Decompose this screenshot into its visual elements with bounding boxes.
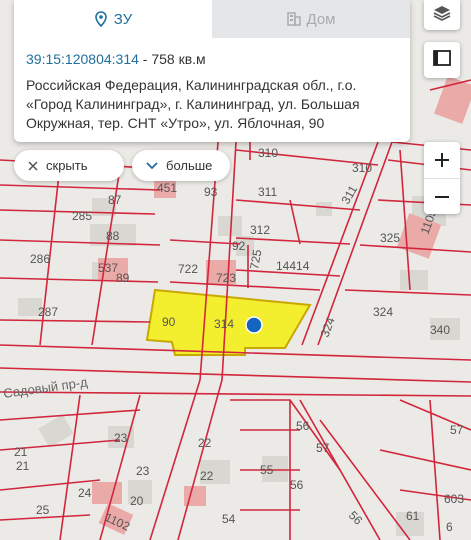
building-icon bbox=[286, 12, 301, 26]
frame-icon bbox=[433, 49, 451, 72]
parcel-area: 758 кв.м bbox=[151, 51, 206, 67]
zoom-out-button[interactable] bbox=[424, 178, 460, 214]
parcel-number-label: 340 bbox=[430, 323, 450, 337]
parcel-number-label: 310 bbox=[258, 146, 278, 160]
parcel-number-label: 22 bbox=[200, 469, 214, 483]
parcel-number-label: 537 bbox=[98, 261, 118, 275]
chevron-down-icon bbox=[146, 161, 158, 170]
parcel-number-label: 21 bbox=[16, 459, 30, 473]
zoom-controls bbox=[424, 142, 460, 214]
minus-icon bbox=[434, 189, 450, 205]
parcel-number-label: 324 bbox=[373, 305, 393, 319]
parcel-number-label: 14414 bbox=[276, 259, 310, 273]
tab-land-plot[interactable]: ЗУ bbox=[14, 0, 212, 38]
parcel-number-label: 314 bbox=[214, 317, 234, 331]
parcel-number-label: 325 bbox=[380, 231, 400, 245]
hide-button-label: скрыть bbox=[46, 158, 88, 173]
card-tabs: ЗУ Дом bbox=[14, 0, 410, 38]
parcel-number-label: 21 bbox=[14, 445, 28, 459]
hide-button[interactable]: скрыть bbox=[14, 150, 124, 181]
parcel-number-label: 54 bbox=[222, 512, 236, 526]
plus-icon bbox=[434, 152, 450, 168]
parcel-number-label: 90 bbox=[162, 315, 176, 329]
zoom-in-button[interactable] bbox=[424, 142, 460, 178]
parcel-number-label: 22 bbox=[198, 436, 212, 450]
parcel-number-label: 603 bbox=[444, 492, 464, 506]
parcel-number-label: 61 bbox=[406, 509, 420, 523]
close-icon bbox=[28, 160, 38, 171]
location-pin-icon bbox=[94, 11, 108, 27]
parcel-number-label: 56 bbox=[290, 478, 304, 492]
parcel-number-label: 310 bbox=[352, 161, 372, 175]
parcel-number-label: 722 bbox=[178, 262, 198, 276]
tab-house-label: Дом bbox=[306, 10, 336, 28]
parcel-info-card: ЗУ Дом 39:15:120804:314 - 758 кв.м Росси… bbox=[14, 0, 410, 142]
parcel-number-label: 723 bbox=[216, 271, 236, 285]
parcel-number-label: 87 bbox=[108, 193, 122, 207]
cadastral-line: 39:15:120804:314 - 758 кв.м bbox=[26, 50, 400, 68]
parcel-number-label: 25 bbox=[36, 503, 50, 517]
parcel-address: Российская Федерация, Калининградская об… bbox=[26, 77, 360, 131]
cadastral-separator: - bbox=[138, 51, 152, 67]
parcel-number-label: 23 bbox=[136, 464, 150, 478]
parcel-number-label: 451 bbox=[157, 181, 177, 195]
parcel-number-label: 57 bbox=[450, 423, 464, 437]
more-button-label: больше bbox=[166, 158, 213, 173]
location-marker[interactable] bbox=[245, 316, 263, 334]
layers-icon bbox=[433, 4, 451, 27]
parcel-number-label: 93 bbox=[204, 185, 218, 199]
parcel-number-label: 92 bbox=[232, 239, 246, 253]
frame-button[interactable] bbox=[424, 42, 460, 78]
parcel-number-label: 24 bbox=[78, 486, 92, 500]
parcel-number-label: 89 bbox=[116, 271, 130, 285]
parcel-number-label: 286 bbox=[30, 252, 50, 266]
more-button[interactable]: больше bbox=[132, 150, 230, 181]
parcel-number-label: 285 bbox=[72, 209, 92, 223]
parcel-number-label: 6 bbox=[446, 520, 453, 534]
parcel-number-label: 20 bbox=[130, 494, 144, 508]
layers-button[interactable] bbox=[424, 0, 460, 30]
tab-house[interactable]: Дом bbox=[212, 0, 410, 38]
parcel-number-label: 55 bbox=[260, 463, 274, 477]
parcel-number-label: 287 bbox=[38, 305, 58, 319]
parcel-number-label: 23 bbox=[114, 431, 128, 445]
parcel-number-label: 88 bbox=[106, 229, 120, 243]
cadastral-number[interactable]: 39:15:120804:314 bbox=[26, 51, 139, 67]
parcel-number-label: 312 bbox=[250, 223, 270, 237]
parcel-number-label: 56 bbox=[296, 419, 310, 433]
tab-land-plot-label: ЗУ bbox=[113, 10, 133, 28]
parcel-number-label: 311 bbox=[258, 185, 277, 199]
parcel-number-label: 57 bbox=[316, 441, 330, 455]
